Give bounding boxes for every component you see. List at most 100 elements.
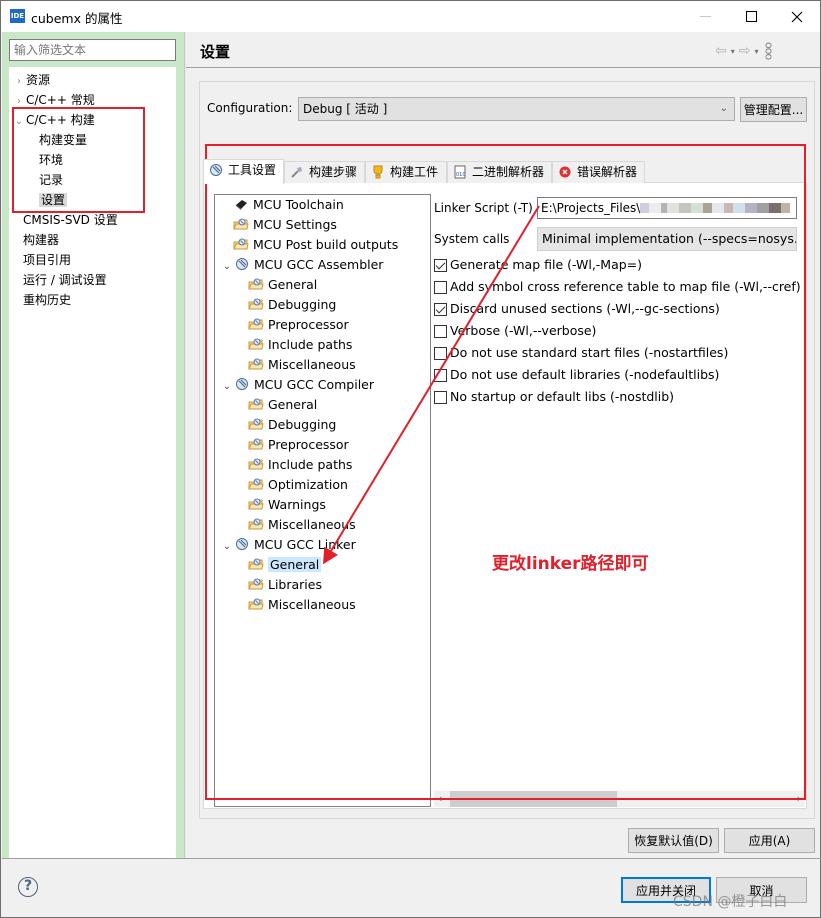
tab-label: 工具设置: [228, 163, 277, 177]
restore-defaults-button[interactable]: 恢复默认值(D): [628, 828, 719, 853]
filter-input[interactable]: [9, 39, 176, 61]
tool-tree-label: Preprocessor: [268, 437, 349, 452]
tool-tree-label: Include paths: [268, 457, 353, 472]
forward-arrow-icon[interactable]: ⇨: [739, 43, 751, 59]
back-arrow-icon[interactable]: ⇦: [715, 43, 727, 59]
folder-icon: [248, 577, 264, 591]
linker-script-label: Linker Script (-T): [434, 201, 533, 215]
chevron-down-icon[interactable]: ⌄: [12, 113, 26, 131]
tool-tree-item[interactable]: General: [248, 396, 317, 414]
linker-option-row[interactable]: Do not use default libraries (-nodefault…: [434, 366, 719, 384]
chevron-down-icon[interactable]: ⌄: [220, 258, 234, 276]
linker-option-row[interactable]: Verbose (-Wl,--verbose): [434, 322, 596, 340]
tool-tree-item[interactable]: Libraries: [248, 576, 322, 594]
linker-option-row[interactable]: Do not use standard start files (-nostar…: [434, 344, 728, 362]
close-button[interactable]: [774, 1, 820, 32]
sidebar-item[interactable]: 设置: [39, 191, 68, 209]
tool-tree-item[interactable]: MCU Settings: [233, 216, 337, 234]
checkbox[interactable]: [434, 302, 447, 316]
checkbox-label: Do not use default libraries (-nodefault…: [450, 367, 720, 382]
tool-tree-item[interactable]: Optimization: [248, 476, 348, 494]
linker-option-row[interactable]: No startup or default libs (-nostdlib): [434, 388, 674, 406]
sidebar-item-label: 环境: [39, 153, 64, 167]
system-calls-label: System calls: [434, 232, 510, 246]
folder-icon: [248, 457, 264, 471]
horizontal-scrollbar[interactable]: ‹ ›: [434, 791, 805, 807]
linker-option-row[interactable]: Discard unused sections (-Wl,--gc-sectio…: [434, 300, 720, 318]
ide-app-icon: IDE: [10, 9, 25, 23]
sash-divider[interactable]: [184, 32, 186, 858]
tool-tree-item[interactable]: Miscellaneous: [248, 356, 356, 374]
checkbox[interactable]: [434, 280, 447, 294]
sidebar-item-label: 构建器: [23, 233, 60, 247]
forward-dropdown-icon[interactable]: ▾: [754, 47, 758, 56]
tool-tree-item[interactable]: MCU Toolchain: [233, 196, 344, 214]
maximize-button[interactable]: [728, 1, 774, 32]
tool-tree-label: MCU GCC Compiler: [254, 377, 375, 392]
chevron-down-icon[interactable]: ⌄: [220, 538, 234, 556]
tab-tool-settings[interactable]: 工具设置: [203, 159, 284, 184]
checkbox[interactable]: [434, 258, 447, 272]
linker-option-row[interactable]: Add symbol cross reference table to map …: [434, 278, 801, 296]
tab-binary-parser[interactable]: 010 二进制解析器: [447, 161, 552, 183]
sidebar-item[interactable]: 构建器: [23, 231, 59, 249]
checkbox[interactable]: [434, 368, 447, 382]
tab-label: 二进制解析器: [472, 165, 545, 179]
minimize-button[interactable]: [682, 1, 728, 32]
tab-build-steps[interactable]: 构建步骤: [284, 161, 365, 183]
tab-label: 构建步骤: [309, 165, 358, 179]
tool-tree-item[interactable]: ⌄ MCU GCC Compiler: [220, 376, 374, 394]
svg-text:010: 010: [456, 172, 466, 178]
sidebar-item[interactable]: CMSIS-SVD 设置: [23, 211, 118, 229]
tool-tree-label: MCU Post build outputs: [253, 237, 399, 252]
sidebar-item[interactable]: 构建变量: [39, 131, 87, 149]
tab-error-parser[interactable]: 错误解析器: [552, 161, 645, 183]
tool-tree-item[interactable]: Warnings: [248, 496, 326, 514]
tool-tree-item[interactable]: Debugging: [248, 416, 336, 434]
sidebar-item[interactable]: 环境: [39, 151, 63, 169]
sidebar-item[interactable]: › 资源: [12, 71, 50, 89]
tool-tree-item[interactable]: MCU Post build outputs: [233, 236, 398, 254]
linker-script-input[interactable]: E:\Projects_Files\: [537, 197, 797, 219]
tool-tree-item[interactable]: ⌄ MCU GCC Linker: [220, 536, 356, 554]
tool-tree-item[interactable]: Include paths: [248, 336, 352, 354]
chevron-right-icon[interactable]: ›: [12, 93, 26, 111]
apply-button[interactable]: 应用(A): [724, 828, 815, 853]
tool-tree-item[interactable]: Preprocessor: [248, 436, 349, 454]
tab-build-artifact[interactable]: 构建工件: [365, 161, 447, 183]
tool-tree-label: MCU Toolchain: [253, 197, 344, 212]
checkbox[interactable]: [434, 390, 447, 404]
scroll-left-icon[interactable]: ‹: [438, 791, 442, 807]
sidebar-item[interactable]: 运行 / 调试设置: [23, 271, 107, 289]
checkbox[interactable]: [434, 346, 447, 360]
system-calls-select[interactable]: Minimal implementation (--specs=nosys.sp…: [537, 227, 797, 251]
back-dropdown-icon[interactable]: ▾: [731, 47, 735, 56]
tool-tree-item[interactable]: ⌄ MCU GCC Assembler: [220, 256, 384, 276]
manage-configurations-button[interactable]: 管理配置...: [740, 97, 807, 122]
chevron-down-icon[interactable]: ⌄: [220, 378, 234, 396]
tool-tree-item[interactable]: General: [248, 556, 322, 574]
configuration-select[interactable]: Debug [ 活动 ] ⌄: [298, 97, 735, 121]
chevron-right-icon[interactable]: ›: [12, 73, 26, 91]
tool-tree-item[interactable]: Miscellaneous: [248, 516, 356, 534]
tool-tree-item[interactable]: Preprocessor: [248, 316, 349, 334]
tool-tree-item[interactable]: General: [248, 276, 317, 294]
linker-option-row[interactable]: Generate map file (-Wl,-Map=): [434, 256, 642, 274]
checkbox[interactable]: [434, 324, 447, 338]
sidebar-item[interactable]: 项目引用: [23, 251, 71, 269]
tool-tree-label: Preprocessor: [268, 317, 349, 332]
tool-tree-item[interactable]: Include paths: [248, 456, 352, 474]
sidebar-item[interactable]: › C/C++ 常规: [12, 91, 95, 109]
tool-tree-item[interactable]: Miscellaneous: [248, 596, 356, 614]
scrollbar-thumb[interactable]: [450, 791, 617, 807]
sidebar-item[interactable]: 记录: [39, 171, 63, 189]
view-menu-icon[interactable]: ooo: [763, 42, 776, 59]
sidebar-item[interactable]: ⌄ C/C++ 构建: [12, 111, 95, 129]
tool-tree-item[interactable]: Debugging: [248, 296, 336, 314]
help-icon[interactable]: ?: [18, 877, 38, 897]
scroll-right-icon[interactable]: ›: [797, 791, 801, 807]
folder-icon: [248, 597, 264, 611]
close-icon: [791, 11, 803, 22]
folder-icon: [248, 357, 264, 371]
sidebar-item[interactable]: 重构历史: [23, 291, 71, 309]
